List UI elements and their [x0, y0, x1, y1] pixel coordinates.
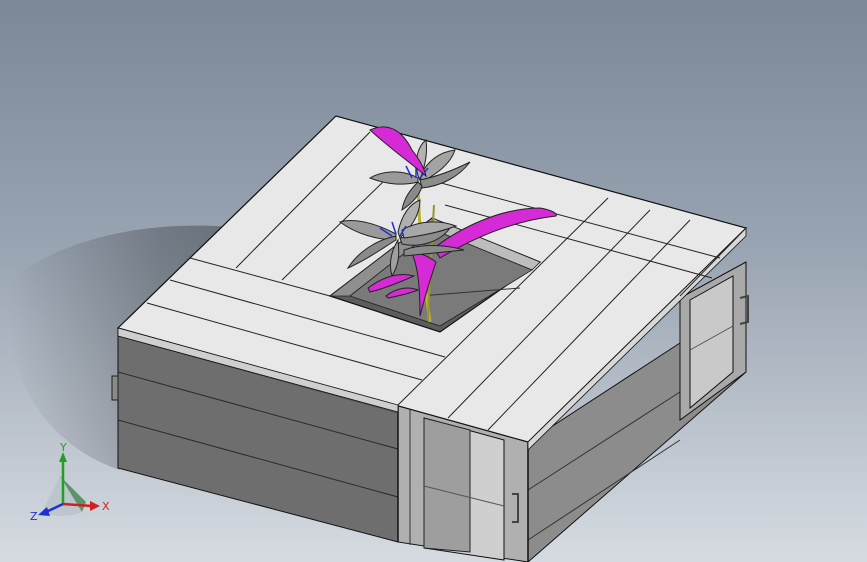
cad-viewport[interactable]: Y X Z: [0, 0, 867, 562]
front-door-inner: [423, 417, 471, 553]
z-axis-label: Z: [30, 510, 38, 523]
planter-box-model[interactable]: [0, 0, 867, 562]
left-handle[interactable]: [111, 375, 119, 401]
y-axis-label: Y: [59, 441, 67, 454]
x-axis-label: X: [102, 500, 110, 513]
coordinate-triad[interactable]: Y X Z: [30, 440, 120, 530]
